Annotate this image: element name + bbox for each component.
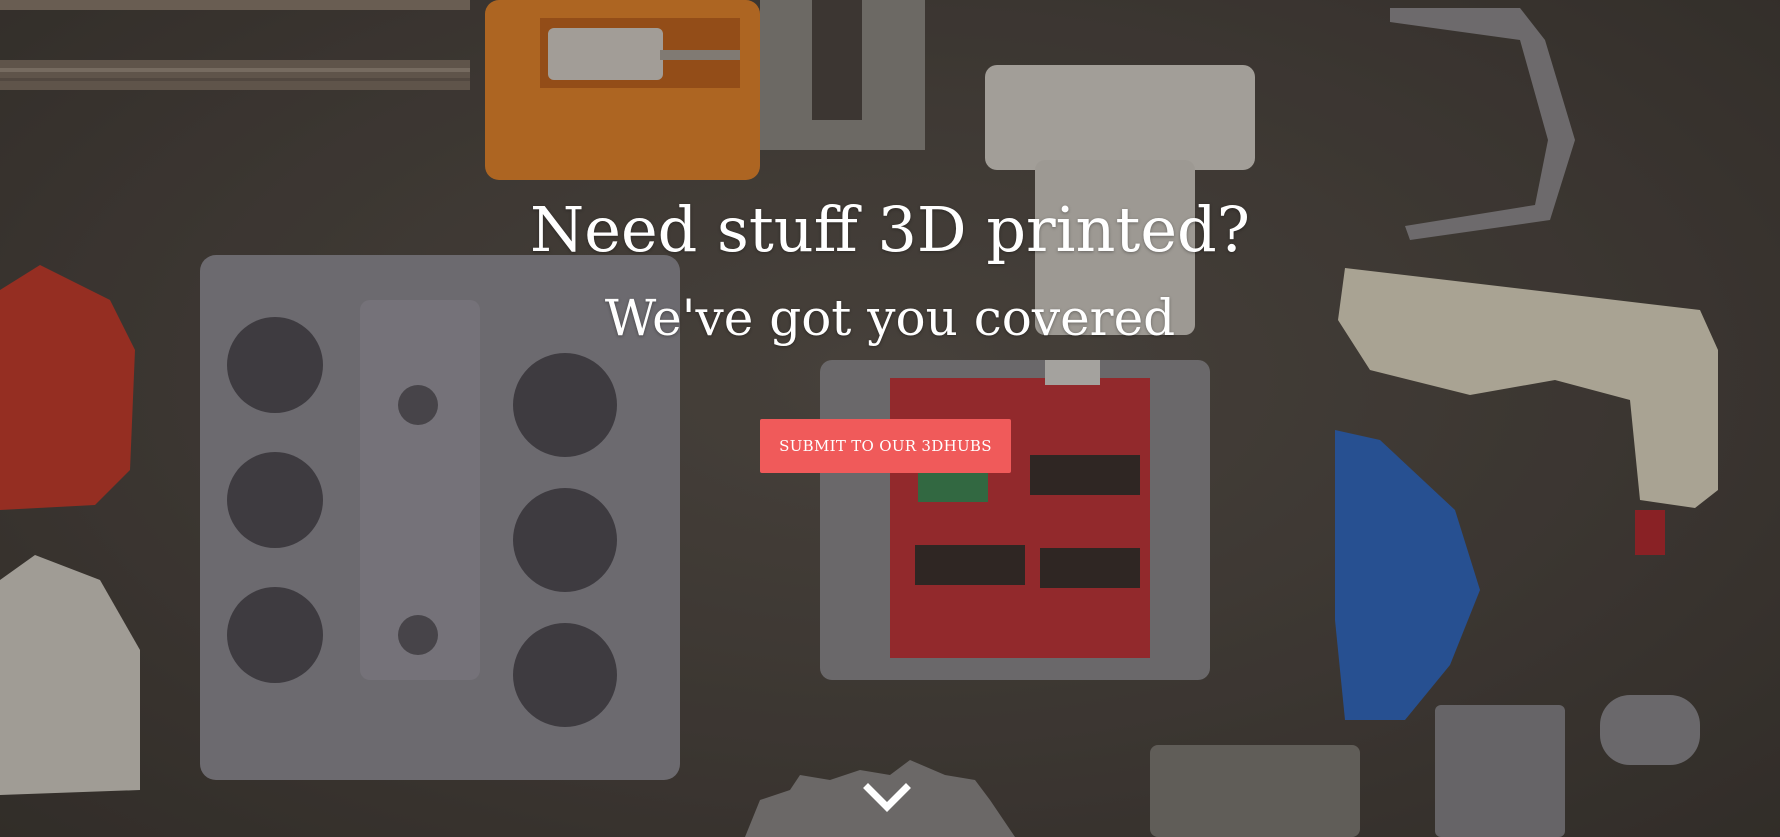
scroll-down-button[interactable] bbox=[862, 780, 912, 816]
hero-subheadline: We've got you covered bbox=[604, 289, 1176, 347]
hero-section: Need stuff 3D printed? We've got you cov… bbox=[0, 0, 1780, 837]
hero-headline: Need stuff 3D printed? bbox=[530, 193, 1250, 266]
submit-to-3dhubs-button[interactable]: SUBMIT TO OUR 3DHUBS bbox=[760, 419, 1011, 473]
chevron-down-icon bbox=[863, 783, 911, 812]
hero-content: Need stuff 3D printed? We've got you cov… bbox=[0, 0, 1780, 837]
